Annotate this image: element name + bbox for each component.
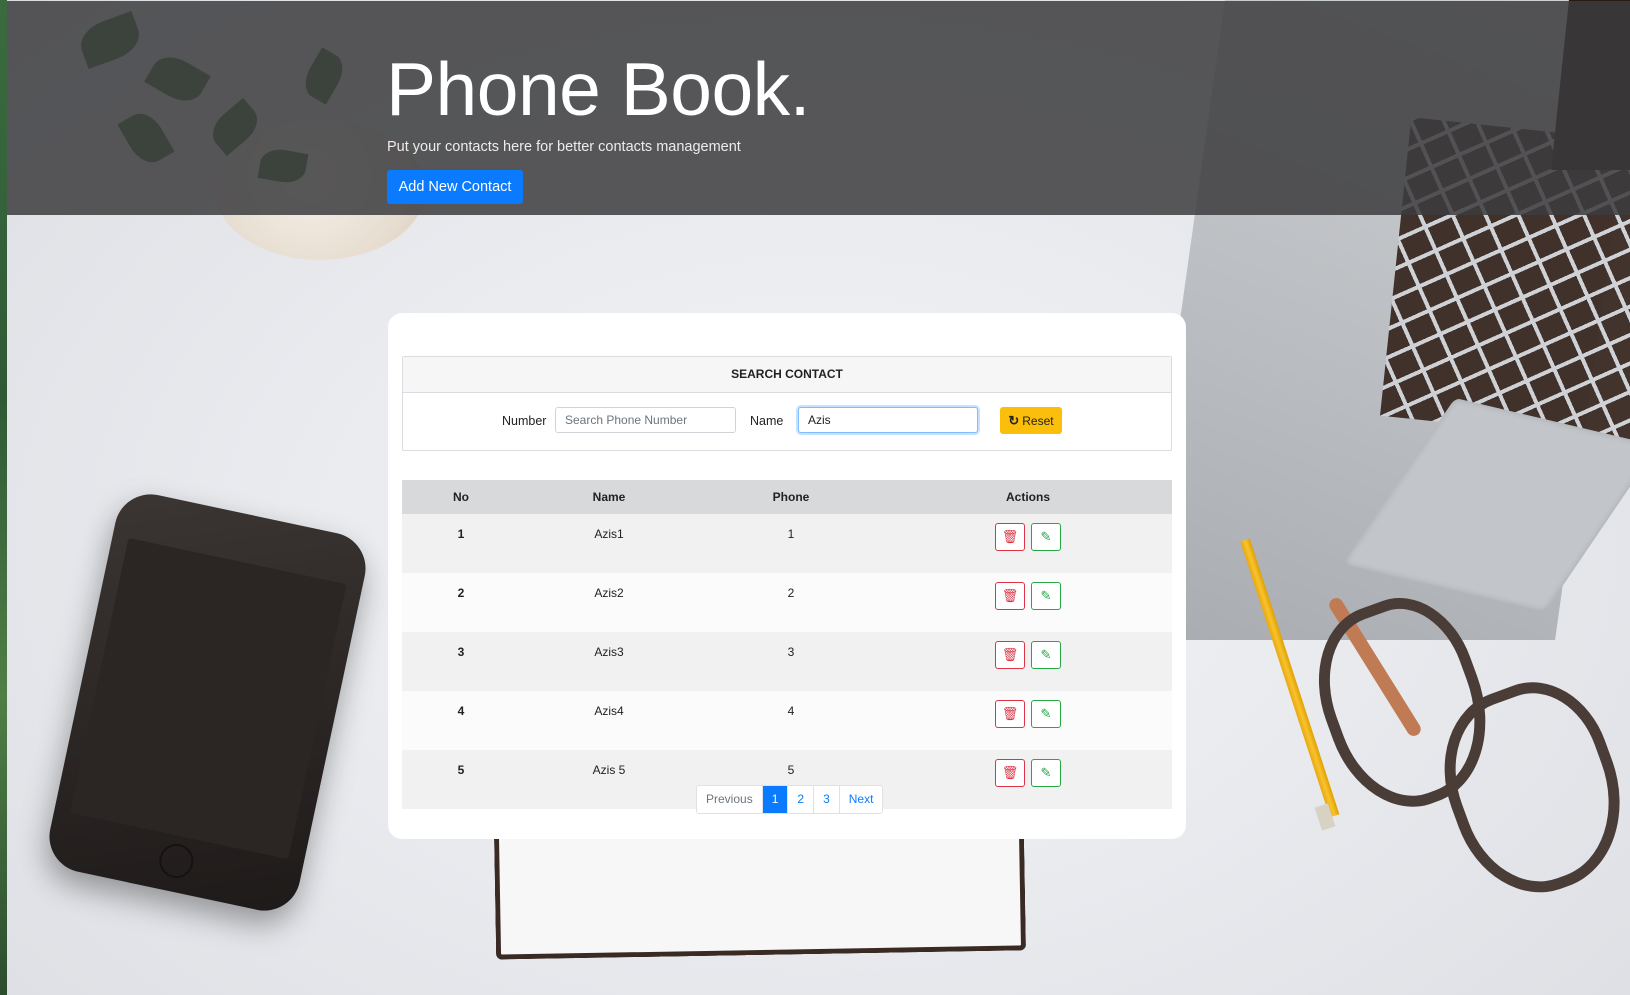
pagination: Previous 1 2 3 Next (696, 785, 884, 814)
contact-name: Azis2 (594, 586, 624, 600)
row-number: 2 (457, 586, 465, 600)
trash-icon: 🗑︎ (1001, 529, 1019, 544)
table-row: 2 Azis2 2 🗑︎ ✎ (402, 573, 1172, 632)
search-phone-number-input[interactable] (555, 407, 736, 433)
delete-button[interactable]: 🗑︎ (995, 523, 1025, 551)
column-header-name: Name (520, 480, 698, 514)
contact-phone: 3 (787, 645, 795, 659)
edit-icon: ✎ (1040, 706, 1052, 721)
table-row: 1 Azis1 1 🗑︎ ✎ (402, 514, 1172, 573)
row-number: 5 (457, 763, 465, 777)
edit-button[interactable]: ✎ (1031, 759, 1061, 787)
edit-icon: ✎ (1040, 765, 1052, 780)
pagination-page-1[interactable]: 1 (761, 786, 788, 813)
number-label: Number (502, 414, 547, 428)
add-new-contact-button[interactable]: Add New Contact (387, 170, 523, 204)
row-number: 3 (457, 645, 465, 659)
row-actions: 🗑︎ ✎ (884, 750, 1172, 809)
edit-button[interactable]: ✎ (1031, 582, 1061, 610)
edit-button[interactable]: ✎ (1031, 641, 1061, 669)
reset-label: Reset (1022, 413, 1054, 428)
pagination-page-2[interactable]: 2 (787, 786, 814, 813)
eyeglasses (1294, 579, 1630, 915)
window-edge (0, 0, 7, 995)
pagination-next[interactable]: Next (838, 786, 883, 813)
table-row: 3 Azis3 3 🗑︎ ✎ (402, 632, 1172, 691)
contacts-card: SEARCH CONTACT Number Name ↻Reset No Nam… (388, 313, 1186, 839)
delete-button[interactable]: 🗑︎ (995, 700, 1025, 728)
edit-icon: ✎ (1040, 529, 1052, 544)
row-number: 1 (457, 527, 465, 541)
contact-name: Azis1 (594, 527, 624, 541)
contact-name: Azis 5 (592, 763, 626, 777)
row-actions: 🗑︎ ✎ (884, 573, 1172, 632)
notebook (493, 825, 1027, 960)
pagination-page-3[interactable]: 3 (813, 786, 839, 813)
contacts-table: No Name Phone Actions 1 Azis1 1 🗑︎ ✎ 2 Az… (402, 480, 1172, 809)
smartphone (42, 487, 373, 918)
pagination-previous[interactable]: Previous (697, 786, 762, 813)
contact-phone: 2 (787, 586, 795, 600)
page-subtitle: Put your contacts here for better contac… (387, 139, 741, 155)
name-label: Name (750, 414, 784, 428)
delete-button[interactable]: 🗑︎ (995, 759, 1025, 787)
edit-button[interactable]: ✎ (1031, 523, 1061, 551)
search-panel: SEARCH CONTACT Number Name ↻Reset (402, 356, 1172, 451)
reset-button[interactable]: ↻ Reset (1000, 407, 1062, 434)
header-jumbotron (7, 1, 1630, 215)
table-row: 4 Azis4 4 🗑︎ ✎ (402, 691, 1172, 750)
refresh-icon: ↻ (1008, 412, 1020, 428)
contact-phone: 4 (787, 704, 795, 718)
edit-icon: ✎ (1040, 588, 1052, 603)
trash-icon: 🗑︎ (1001, 706, 1019, 721)
delete-button[interactable]: 🗑︎ (995, 641, 1025, 669)
trash-icon: 🗑︎ (1001, 588, 1019, 603)
table-header-row: No Name Phone Actions (402, 480, 1172, 514)
edit-button[interactable]: ✎ (1031, 700, 1061, 728)
smartphone-screen (70, 537, 347, 860)
column-header-phone: Phone (698, 480, 884, 514)
smartphone-home-button (155, 840, 197, 882)
delete-button[interactable]: 🗑︎ (995, 582, 1025, 610)
row-actions: 🗑︎ ✎ (884, 691, 1172, 750)
contact-name: Azis3 (594, 645, 624, 659)
search-name-input[interactable] (798, 407, 978, 433)
column-header-no: No (402, 480, 520, 514)
trash-icon: 🗑︎ (1001, 647, 1019, 662)
row-actions: 🗑︎ ✎ (884, 632, 1172, 691)
contact-name: Azis4 (594, 704, 624, 718)
edit-icon: ✎ (1040, 647, 1052, 662)
row-number: 4 (457, 704, 465, 718)
column-header-actions: Actions (884, 480, 1172, 514)
row-actions: 🗑︎ ✎ (884, 514, 1172, 573)
trash-icon: 🗑︎ (1001, 765, 1019, 780)
page-title: Phone Book. (386, 47, 811, 131)
search-panel-heading: SEARCH CONTACT (403, 357, 1171, 393)
contact-phone: 1 (787, 527, 795, 541)
